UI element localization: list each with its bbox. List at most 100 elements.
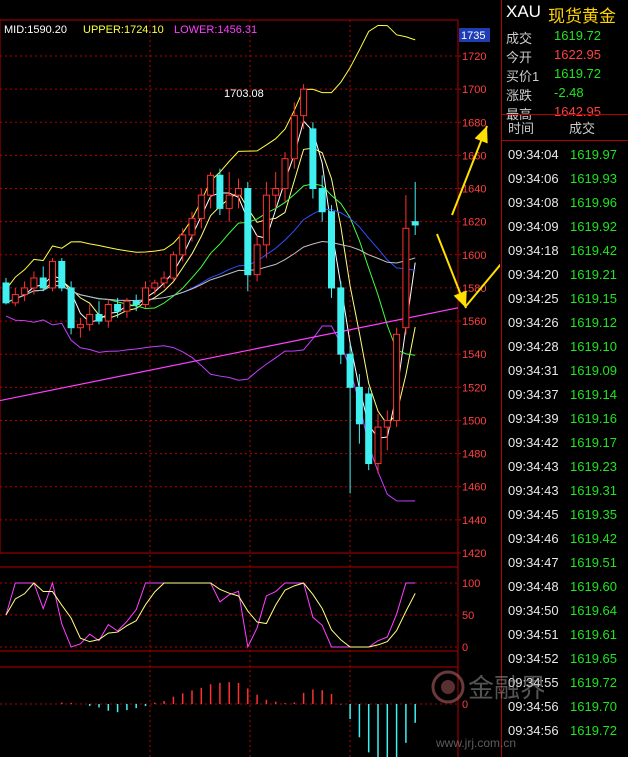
candle-body (216, 174, 224, 209)
price-tick-label: 1720 (462, 51, 486, 63)
candle-body (309, 128, 317, 190)
price-tick-label: 1560 (462, 316, 486, 328)
tick-row: 09:34:06 1619.93 (502, 167, 628, 191)
upper-band-line (5, 25, 416, 290)
tick-price: 1619.17 (570, 435, 617, 450)
candles (2, 84, 419, 494)
tick-price: 1619.10 (570, 339, 617, 354)
tick-price: 1619.35 (570, 507, 617, 522)
candle-body (365, 393, 373, 465)
tick-time: 09:34:26 (508, 315, 559, 330)
quote-panel: XAU 现货黄金 成交 1619.72 今开 1622.95 买价1 1619.72 涨跌 -… (501, 0, 628, 757)
tick-price: 1619.12 (570, 315, 617, 330)
tick-price: 1619.93 (570, 171, 617, 186)
quote-value: 1619.72 (554, 66, 601, 81)
candle-body (151, 282, 159, 289)
tick-price: 1619.64 (570, 603, 617, 618)
tick-price: 1619.42 (570, 531, 617, 546)
tick-price: 1619.60 (570, 579, 617, 594)
candle-body (67, 287, 75, 329)
tick-row: 09:34:26 1619.12 (502, 311, 628, 335)
tick-price: 1619.31 (570, 483, 617, 498)
candle-body (346, 353, 354, 388)
quote-value: 1622.95 (554, 47, 601, 62)
ticks-header-price: 成交 (569, 121, 596, 136)
quote-value: -2.48 (554, 85, 584, 100)
price-axis: 1720170016801660164016201600158015601540… (458, 51, 486, 560)
instrument-name: 现货黄金 (548, 7, 616, 26)
tick-row: 09:34:09 1619.92 (502, 215, 628, 239)
quote-header: XAU 现货黄金 (502, 0, 628, 26)
candle-body (95, 313, 103, 322)
candle-body (58, 260, 66, 289)
candle-body (355, 386, 363, 425)
kd-panel: 100 50 0 (0, 578, 480, 654)
tick-price: 1619.09 (570, 363, 617, 378)
tick-row: 09:34:31 1619.09 (502, 359, 628, 383)
quote-value: 1619.72 (554, 28, 601, 43)
tick-time: 09:34:09 (508, 219, 559, 234)
candle-body (86, 313, 94, 325)
tick-price: 1619.72 (570, 723, 617, 738)
ma30-line (5, 240, 416, 304)
tick-time: 09:34:18 (508, 243, 559, 258)
kd-tick-label: 50 (462, 610, 474, 622)
candle-body (337, 287, 345, 355)
tick-row: 09:34:46 1619.42 (502, 527, 628, 551)
candle-body (197, 194, 205, 219)
tick-row: 09:34:52 1619.65 (502, 647, 628, 671)
tick-time: 09:34:20 (508, 267, 559, 282)
tick-row: 09:34:48 1619.60 (502, 575, 628, 599)
kd-tick-label: 0 (462, 642, 468, 654)
candle-body (235, 188, 242, 196)
candle-body (188, 217, 196, 236)
candle-body (169, 254, 177, 279)
quote-row: 买价1 1619.72 (502, 65, 628, 84)
tick-time: 09:34:45 (508, 507, 559, 522)
price-tick-label: 1620 (462, 217, 486, 229)
candle-body (104, 304, 112, 322)
symbol: XAU (506, 2, 541, 21)
tick-time: 09:34:48 (508, 579, 559, 594)
tick-row: 09:34:04 1619.97 (502, 143, 628, 167)
tick-price: 1619.21 (570, 267, 617, 282)
tick-row: 09:34:39 1619.16 (502, 407, 628, 431)
tick-row: 09:34:56 1619.70 (502, 695, 628, 719)
candle-body (300, 88, 308, 117)
price-tick-label: 1700 (462, 84, 486, 96)
tick-time: 09:34:56 (508, 699, 559, 714)
tick-price: 1619.96 (570, 195, 617, 210)
tick-row: 09:34:42 1619.17 (502, 431, 628, 455)
price-tick-label: 1600 (462, 250, 486, 262)
tick-time: 09:34:56 (508, 723, 559, 738)
tick-row: 09:34:45 1619.35 (502, 503, 628, 527)
candle-body (179, 234, 187, 256)
candle-body (123, 300, 131, 312)
tick-row: 09:34:55 1619.72 (502, 671, 628, 695)
price-tick-label: 1460 (462, 482, 486, 494)
candle-body (2, 282, 10, 304)
candle-body (244, 188, 252, 276)
peak-label: 1703.08 (224, 88, 264, 100)
tick-time: 09:34:55 (508, 675, 559, 690)
price-tick-label: 1420 (462, 548, 486, 560)
upper-label: UPPER:1724.10 (83, 24, 164, 36)
tick-price: 1619.97 (570, 147, 617, 162)
tick-row: 09:34:56 1619.72 (502, 719, 628, 743)
candle-body (253, 244, 261, 276)
candle-body (402, 227, 410, 329)
quote-label: 涨跌 (506, 88, 533, 103)
price-tick-label: 1540 (462, 349, 486, 361)
candle-body (328, 211, 335, 289)
tick-price: 1619.72 (570, 675, 617, 690)
candle-body (411, 221, 419, 226)
tick-time: 09:34:52 (508, 651, 559, 666)
price-tick-label: 1520 (462, 382, 486, 394)
tick-price: 1619.42 (570, 243, 617, 258)
tick-price: 1619.16 (570, 411, 617, 426)
lower-band-line (5, 315, 416, 502)
tick-time: 09:34:39 (508, 411, 559, 426)
tick-time: 09:34:06 (508, 171, 559, 186)
tick-time: 09:34:50 (508, 603, 559, 618)
tick-time: 09:34:47 (508, 555, 559, 570)
